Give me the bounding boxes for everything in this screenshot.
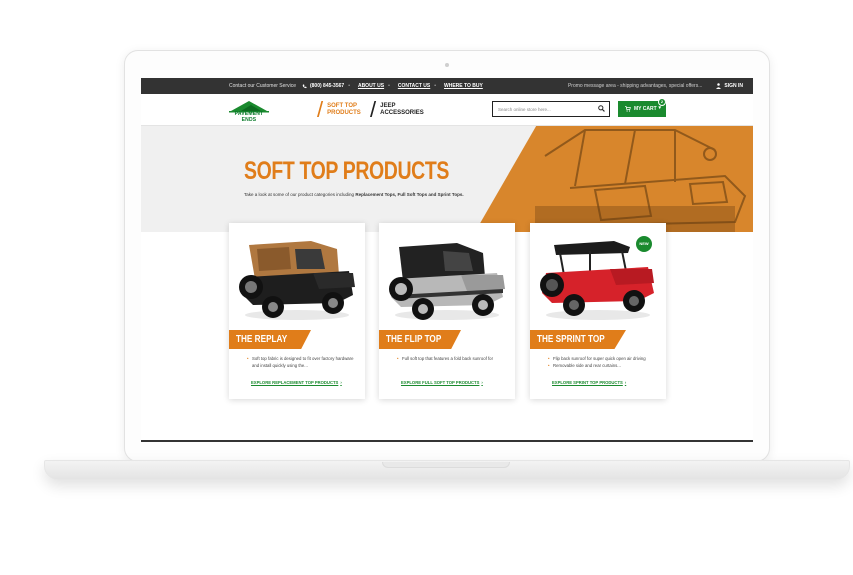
sign-in-label: SIGN IN <box>724 83 743 89</box>
card-bullet-list: Full soft top that features a fold back … <box>397 355 505 362</box>
screen-bottom-edge <box>141 440 753 442</box>
phone-link[interactable]: (800) 845-3567 <box>302 83 344 89</box>
card-link-label: EXPLORE REPLACEMENT TOP PRODUCTS <box>251 380 339 385</box>
promo-message: Promo message area - shipping advantages… <box>567 83 703 89</box>
where-to-buy-link[interactable]: WHERE TO BUY <box>444 83 483 89</box>
utility-bar: Contact our Customer Service (800) 845-3… <box>141 78 753 94</box>
explore-sprint-top-link[interactable]: EXPLORE SPRINT TOP PRODUCTS › <box>552 380 626 385</box>
nav-line: SOFT TOP <box>327 103 358 109</box>
contact-text: Contact our Customer Service <box>229 83 296 89</box>
search-input[interactable]: Search online store here... <box>492 101 610 117</box>
separator-dot: • <box>348 83 350 89</box>
nav-slash-icon: / <box>370 97 377 122</box>
laptop-notch <box>382 462 510 468</box>
nav-label: JEEP ACCESSORIES <box>380 103 424 117</box>
hero-description-bold: Replacement Tops, Full Soft Tops and Spr… <box>355 192 464 197</box>
chevron-right-icon: › <box>340 380 342 385</box>
card-title: THE REPLAY <box>236 334 288 345</box>
hero-jeep-image <box>475 126 753 232</box>
card-title-banner: THE FLIP TOP <box>379 330 461 349</box>
chevron-right-icon: › <box>624 380 627 385</box>
nav-jeep-accessories[interactable]: / JEEP ACCESSORIES <box>370 97 424 122</box>
nav-line: PRODUCTS <box>327 110 361 116</box>
product-card-sprint-top[interactable]: NEW THE SPRINT TOP Flip back sunroof for… <box>530 223 666 399</box>
logo-text: PAVEMENT ENDS <box>234 111 264 123</box>
user-icon <box>716 83 722 89</box>
camera-icon <box>445 63 449 67</box>
explore-full-soft-top-link[interactable]: EXPLORE FULL SOFT TOP PRODUCTS › <box>401 380 483 385</box>
cart-icon <box>625 106 631 112</box>
phone-icon <box>302 84 307 88</box>
card-bullet: Full soft top that features a fold back … <box>397 355 505 362</box>
site-header: PAVEMENT ENDS / SOFT TOP PRODUCTS / JEEP… <box>141 94 753 126</box>
chevron-right-icon: › <box>481 380 483 385</box>
card-title: THE SPRINT TOP <box>537 334 605 345</box>
sign-in-link[interactable]: SIGN IN <box>716 83 743 89</box>
product-card-replay[interactable]: THE REPLAY Soft top fabric is designed t… <box>229 223 365 399</box>
card-title-banner: THE REPLAY <box>229 330 311 349</box>
explore-replacement-link[interactable]: EXPLORE REPLACEMENT TOP PRODUCTS › <box>251 380 342 385</box>
contact-us-link[interactable]: CONTACT US <box>398 83 430 89</box>
card-bullet: Soft top fabric is designed to fit over … <box>247 355 355 369</box>
cart-label: MY CART <box>634 106 657 112</box>
website-screen: Contact our Customer Service (800) 845-3… <box>141 78 753 440</box>
separator-dot: • <box>434 83 437 89</box>
hero-description-text: Take a look at some of our product categ… <box>244 192 356 197</box>
hero-banner: SOFT TOP PRODUCTS Take a look at some of… <box>141 126 753 232</box>
card-bullet: Flip back sunroof for super quick open a… <box>548 355 656 362</box>
nav-soft-top-products[interactable]: / SOFT TOP PRODUCTS <box>317 97 361 122</box>
cart-count-badge: 2 <box>658 98 666 106</box>
search-icon[interactable] <box>598 105 605 112</box>
page-title: SOFT TOP PRODUCTS <box>244 157 450 185</box>
nav-slash-icon: / <box>317 97 324 122</box>
card-link-label: EXPLORE FULL SOFT TOP PRODUCTS <box>401 380 480 385</box>
phone-number: (800) 845-3567 <box>309 83 345 89</box>
black-top-jeep-image <box>389 243 505 320</box>
card-title-banner: THE SPRINT TOP <box>530 330 626 349</box>
search-placeholder: Search online store here... <box>498 106 551 112</box>
new-badge: NEW <box>636 236 652 252</box>
card-bullet: Removable side and rear curtains... <box>548 362 656 369</box>
nav-line: ACCESSORIES <box>380 110 424 116</box>
tan-jeep-image <box>239 241 355 320</box>
about-us-link[interactable]: ABOUT US <box>358 83 384 89</box>
nav-label: SOFT TOP PRODUCTS <box>327 103 361 117</box>
nav-line: JEEP <box>380 103 396 109</box>
card-title: THE FLIP TOP <box>386 334 442 345</box>
jeep-silhouette-image <box>535 129 747 232</box>
hero-description: Take a look at some of our product categ… <box>244 192 464 197</box>
product-card-flip-top[interactable]: THE FLIP TOP Full soft top that features… <box>379 223 515 399</box>
card-bullet-list: Soft top fabric is designed to fit over … <box>247 355 355 369</box>
separator-dot: • <box>388 83 390 89</box>
card-link-label: EXPLORE SPRINT TOP PRODUCTS <box>552 380 623 385</box>
site-logo[interactable]: PAVEMENT ENDS <box>227 99 271 123</box>
card-bullet-list: Flip back sunroof for super quick open a… <box>548 355 656 369</box>
